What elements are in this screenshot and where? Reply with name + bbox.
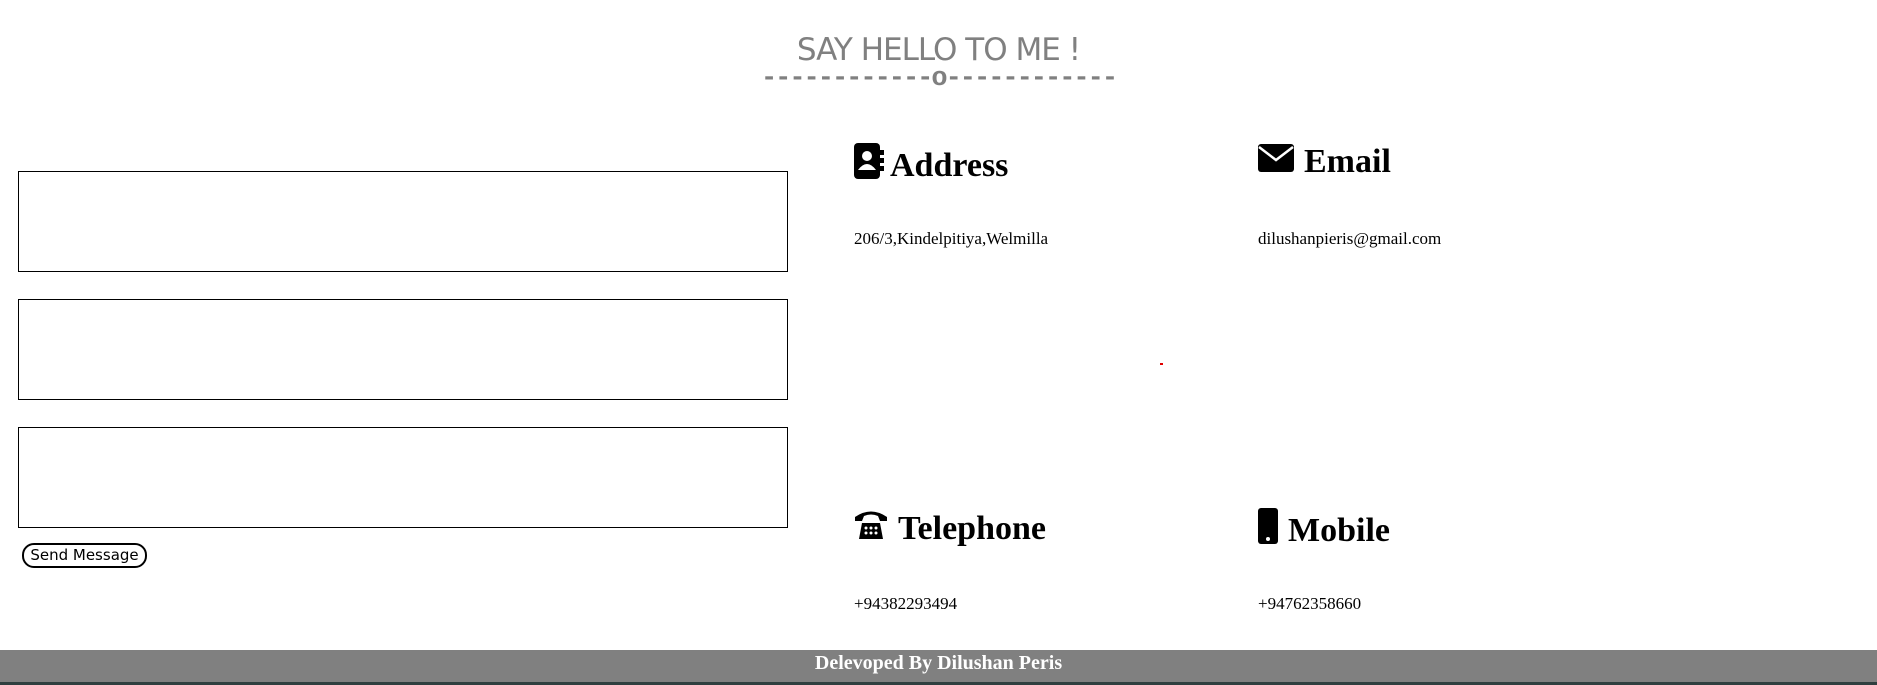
email-value: dilushanpieris@gmail.com xyxy=(1258,229,1442,248)
stray-red-mark xyxy=(1160,363,1163,365)
mobile-title: Mobile xyxy=(1288,511,1390,549)
footer: Delevoped By Dilushan Peris xyxy=(0,650,1877,685)
telephone-value: +94382293494 xyxy=(854,594,958,613)
page-title: SAY HELLO TO ME ! xyxy=(796,32,1081,68)
footer-credit: Delevoped By Dilushan Peris xyxy=(814,652,1063,674)
email-title: Email xyxy=(1304,143,1391,180)
telephone-icon xyxy=(854,508,888,549)
telephone-block: Telephone xyxy=(854,508,1046,549)
message-field-2[interactable] xyxy=(18,299,788,400)
title-divider: ------------o------------ xyxy=(760,64,1118,94)
address-title: Address xyxy=(890,146,1009,184)
message-field-1[interactable] xyxy=(18,171,788,272)
mobile-phone-icon xyxy=(1258,508,1278,553)
mobile-value: +94762358660 xyxy=(1258,594,1362,613)
send-message-button[interactable]: Send Message xyxy=(22,543,147,568)
message-field-3[interactable] xyxy=(18,427,788,528)
mobile-block: Mobile xyxy=(1258,508,1390,553)
email-block: Email xyxy=(1258,143,1391,181)
address-value: 206/3,Kindelpitiya,Welmilla xyxy=(854,229,1049,248)
envelope-icon xyxy=(1258,143,1294,181)
address-block: Address xyxy=(854,143,1008,188)
address-book-icon xyxy=(854,143,884,188)
telephone-title: Telephone xyxy=(898,509,1047,547)
